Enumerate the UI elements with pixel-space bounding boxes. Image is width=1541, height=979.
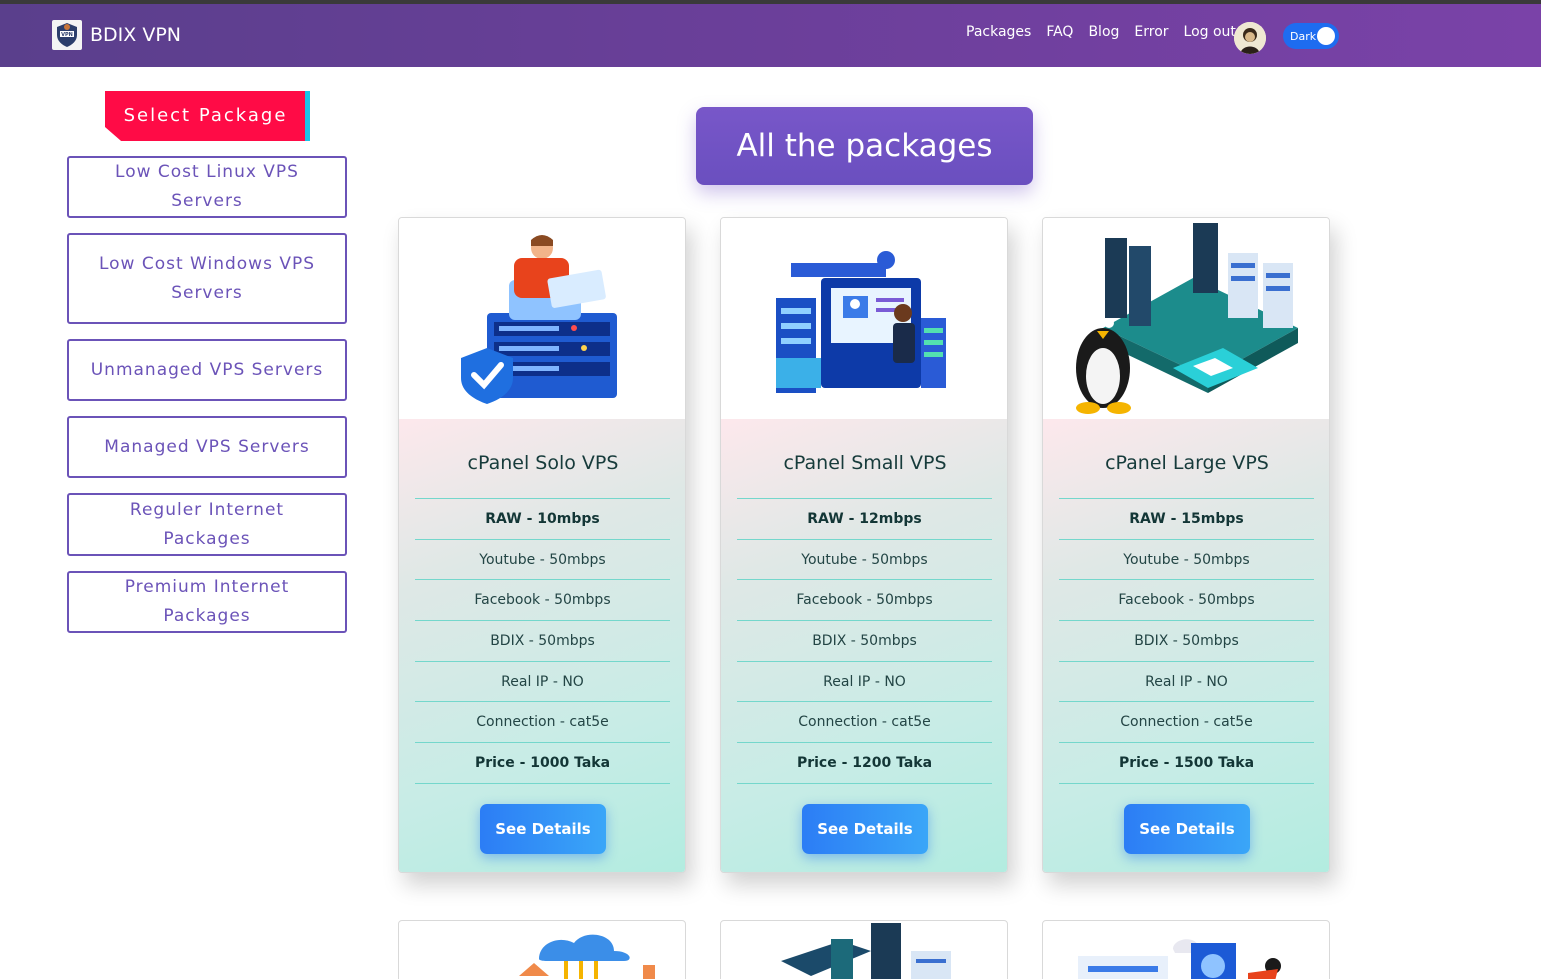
select-package-heading: Select Package [105,91,310,141]
feature-connection: Connection - cat5e [415,701,670,742]
nav-link-blog[interactable]: Blog [1088,24,1119,40]
package-card-partial [398,920,686,979]
package-name: cPanel Large VPS [1105,452,1269,474]
server-admin-illustration [721,218,1007,419]
feature-raw: RAW - 15mbps [1059,498,1314,539]
package-name: cPanel Small VPS [783,452,947,474]
package-card: cPanel Large VPS RAW - 15mbps Youtube - … [1042,217,1330,873]
nav-link-packages[interactable]: Packages [966,24,1031,40]
nav-links: Packages FAQ Blog Error Log out [966,24,1251,40]
feature-facebook: Facebook - 50mbps [737,579,992,620]
analytics-illustration [1078,939,1281,979]
svg-text:VPN: VPN [61,32,73,38]
sidebar-item-linux-vps[interactable]: Low Cost Linux VPS Servers [67,156,347,218]
feature-raw: RAW - 10mbps [415,498,670,539]
see-details-button[interactable]: See Details [802,804,928,854]
package-card: cPanel Small VPS RAW - 12mbps Youtube - … [720,217,1008,873]
feature-raw: RAW - 12mbps [737,498,992,539]
sidebar-item-managed-vps[interactable]: Managed VPS Servers [67,416,347,478]
server-security-illustration [399,218,685,419]
package-card-partial [1042,920,1330,979]
feature-price: Price - 1000 Taka [415,742,670,783]
sidebar-item-regular-internet[interactable]: Reguler Internet Packages [67,493,347,556]
vpn-shield-icon: VPN [52,20,82,50]
brand-name: BDIX VPN [90,24,181,46]
package-card: cPanel Solo VPS RAW - 10mbps Youtube - 5… [398,217,686,873]
sidebar-item-windows-vps[interactable]: Low Cost Windows VPS Servers [67,233,347,324]
sidebar-item-premium-internet[interactable]: Premium Internet Packages [67,571,347,633]
package-card-body: cPanel Small VPS RAW - 12mbps Youtube - … [721,419,1007,872]
feature-youtube: Youtube - 50mbps [415,538,670,580]
feature-list: RAW - 10mbps Youtube - 50mbps Facebook -… [415,498,670,784]
feature-connection: Connection - cat5e [1059,701,1314,742]
feature-youtube: Youtube - 50mbps [737,538,992,580]
feature-facebook: Facebook - 50mbps [415,579,670,620]
feature-list: RAW - 15mbps Youtube - 50mbps Facebook -… [1059,498,1314,784]
feature-real-ip: Real IP - NO [1059,660,1314,702]
toggle-knob [1317,27,1335,45]
see-details-button[interactable]: See Details [480,804,606,854]
page-title: All the packages [736,128,993,164]
linux-datacenter-illustration [1043,218,1329,419]
feature-youtube: Youtube - 50mbps [1059,538,1314,580]
navbar: VPN BDIX VPN Packages FAQ Blog Error Log… [0,4,1541,67]
package-name: cPanel Solo VPS [467,452,619,474]
nav-link-logout[interactable]: Log out [1184,24,1236,40]
dark-mode-label: Dark [1290,29,1317,43]
page-title-banner: All the packages [696,107,1033,185]
nav-link-error[interactable]: Error [1134,24,1168,40]
feature-price: Price - 1200 Taka [737,742,992,783]
feature-bdix: BDIX - 50mbps [1059,620,1314,661]
user-avatar[interactable] [1234,22,1266,54]
dark-mode-toggle[interactable]: Dark [1283,23,1339,49]
sidebar-item-unmanaged-vps[interactable]: Unmanaged VPS Servers [67,339,347,401]
feature-real-ip: Real IP - NO [415,660,670,702]
feature-bdix: BDIX - 50mbps [737,620,992,661]
feature-list: RAW - 12mbps Youtube - 50mbps Facebook -… [737,498,992,784]
cloud-network-illustration [519,934,655,979]
feature-bdix: BDIX - 50mbps [415,620,670,661]
select-package-label: Select Package [123,105,288,126]
nav-link-faq[interactable]: FAQ [1046,24,1073,40]
package-card-partial [720,920,1008,979]
package-card-body: cPanel Large VPS RAW - 15mbps Youtube - … [1043,419,1329,872]
package-card-body: cPanel Solo VPS RAW - 10mbps Youtube - 5… [399,419,685,872]
brand-link[interactable]: VPN BDIX VPN [52,20,181,50]
datacenter-illustration [781,923,951,979]
feature-real-ip: Real IP - NO [737,660,992,702]
feature-facebook: Facebook - 50mbps [1059,579,1314,620]
feature-price: Price - 1500 Taka [1059,742,1314,783]
feature-connection: Connection - cat5e [737,701,992,742]
see-details-button[interactable]: See Details [1124,804,1250,854]
